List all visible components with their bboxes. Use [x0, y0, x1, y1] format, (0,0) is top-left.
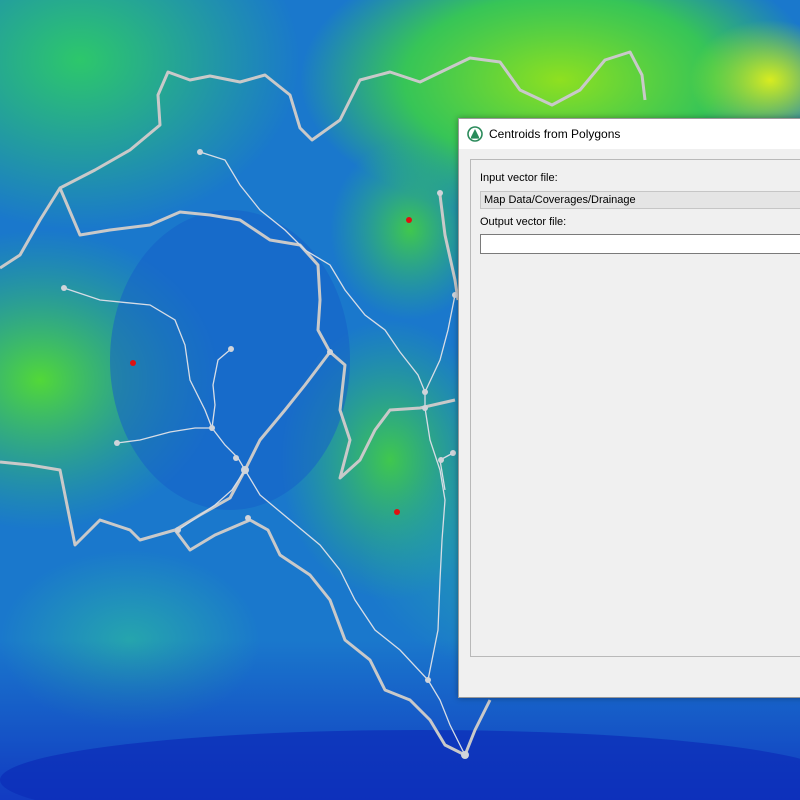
centroids-dialog: Centroids from Polygons Input vector fil… — [458, 118, 800, 698]
output-vector-label: Output vector file: — [480, 216, 567, 228]
stream-node[interactable] — [422, 389, 428, 395]
stream-node[interactable] — [233, 455, 239, 461]
input-vector-label: Input vector file: — [480, 172, 558, 184]
stream-node[interactable] — [425, 677, 431, 683]
stream-node[interactable] — [228, 346, 234, 352]
stream-node[interactable] — [209, 425, 215, 431]
stream-node[interactable] — [114, 440, 120, 446]
stream-node[interactable] — [438, 457, 444, 463]
stream-node[interactable] — [175, 527, 181, 533]
stream-node[interactable] — [197, 149, 203, 155]
input-vector-field[interactable]: Map Data/Coverages/Drainage — [480, 191, 800, 209]
dialog-title: Centroids from Polygons — [489, 127, 621, 141]
output-vector-field[interactable] — [480, 234, 800, 254]
dialog-panel: Input vector file: Map Data/Coverages/Dr… — [470, 159, 800, 657]
stream-node[interactable] — [422, 405, 428, 411]
stream-node[interactable] — [241, 466, 249, 474]
stream-node[interactable] — [437, 190, 443, 196]
stream-node[interactable] — [461, 751, 469, 759]
stream-node[interactable] — [61, 285, 67, 291]
map-canvas[interactable]: Centroids from Polygons Input vector fil… — [0, 0, 800, 800]
qgis-app-icon — [467, 126, 483, 142]
centroid-point[interactable] — [406, 217, 412, 223]
centroid-point[interactable] — [394, 509, 400, 515]
stream-node[interactable] — [327, 349, 333, 355]
dialog-titlebar[interactable]: Centroids from Polygons — [459, 119, 800, 149]
stream-node[interactable] — [450, 450, 456, 456]
centroid-point[interactable] — [130, 360, 136, 366]
stream-node[interactable] — [245, 515, 251, 521]
